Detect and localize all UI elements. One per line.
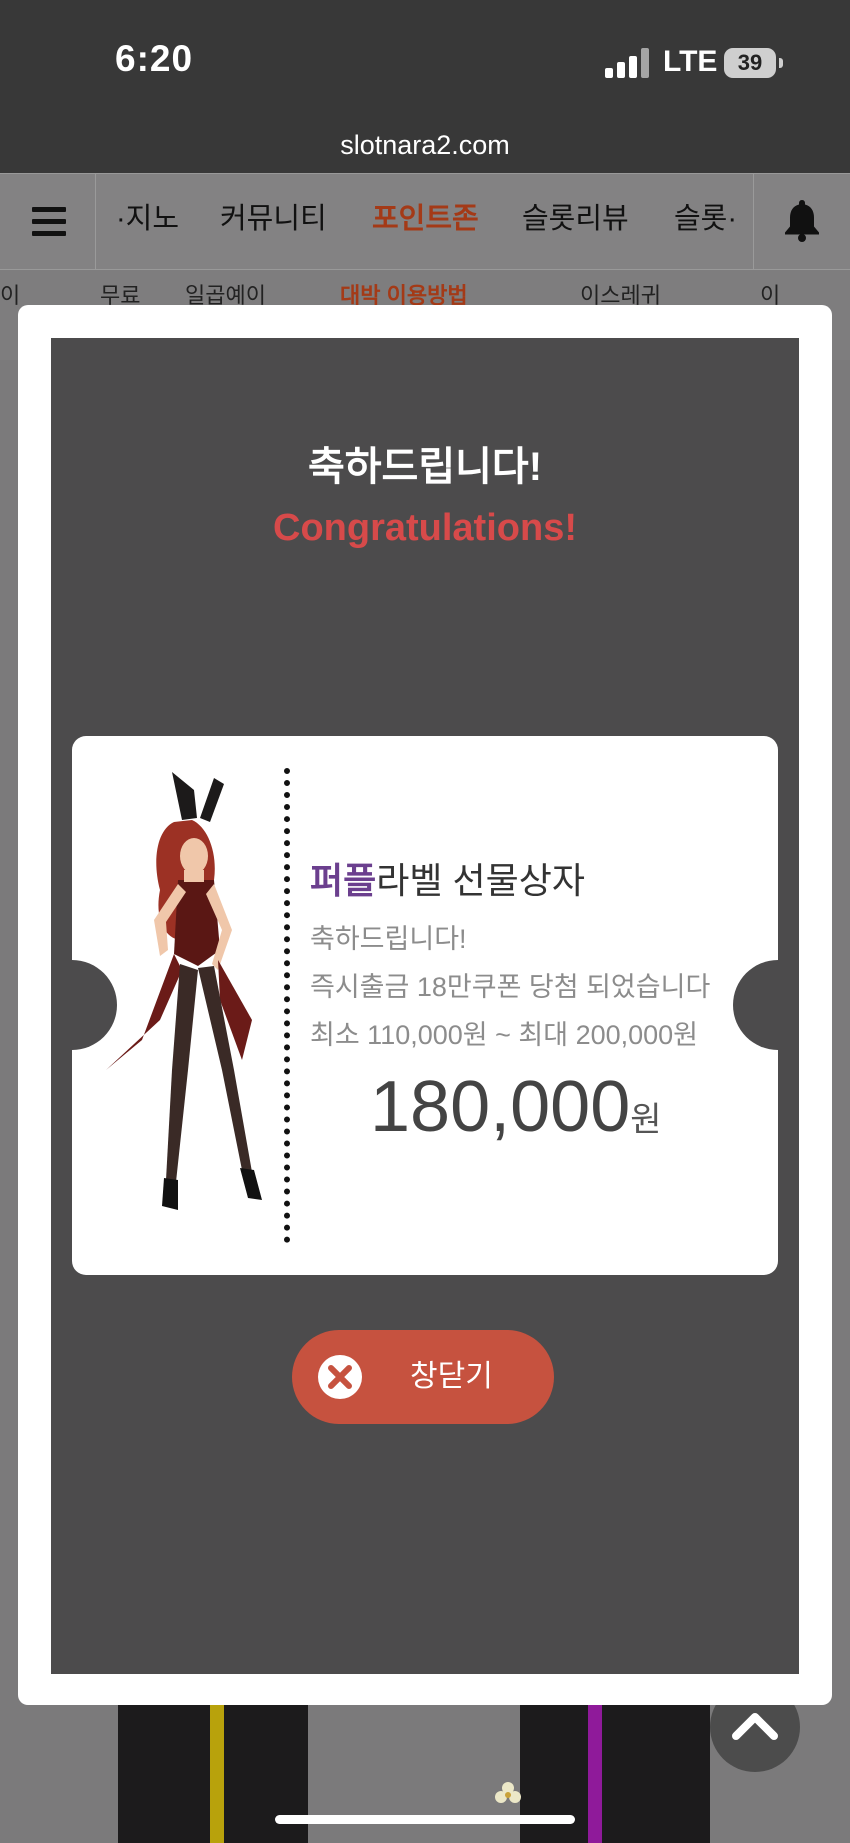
- prize-amount-value: 180,000: [370, 1067, 631, 1147]
- close-button-label: 창닫기: [410, 1360, 493, 1393]
- signal-icon: [605, 48, 649, 78]
- notification-button[interactable]: [753, 174, 850, 269]
- ticket-notch: [733, 960, 778, 1050]
- modal-subtitle: Congratulations!: [273, 507, 577, 549]
- modal-title: 축하드립니다!: [307, 445, 543, 489]
- nav-tabs: ·지노 커뮤니티 포인트존 슬롯리뷰 슬롯·: [96, 174, 752, 269]
- ticket-line-range: 최소 110,000원 ~ 최대 200,000원: [310, 1020, 699, 1050]
- subnav-item[interactable]: 이: [0, 278, 20, 310]
- menu-icon[interactable]: [0, 174, 96, 269]
- battery-icon: 39: [724, 48, 776, 78]
- bell-icon: [785, 200, 819, 242]
- prize-amount-unit: 원: [630, 1101, 662, 1139]
- nav-item-pointzone[interactable]: 포인트존: [372, 174, 479, 264]
- flower-icon: [495, 1782, 521, 1803]
- product-stripe: [210, 1705, 224, 1843]
- reward-modal: 축하드립니다! Congratulations! 퍼플라벨 선물상자 축하드립니…: [18, 305, 832, 1705]
- close-modal-button[interactable]: 창닫기: [292, 1330, 554, 1424]
- nav-item-community[interactable]: 커뮤니티: [220, 174, 327, 264]
- browser-url-bar[interactable]: slotnara2.com: [0, 125, 850, 173]
- prize-amount: 180,000원: [370, 1066, 662, 1148]
- nav-item-slot-review[interactable]: 슬롯리뷰: [522, 174, 629, 264]
- product-name-highlight: 퍼플: [310, 860, 377, 901]
- network-type: LTE: [663, 45, 718, 78]
- battery-tip: [779, 58, 783, 68]
- status-time: 6:20: [115, 38, 194, 79]
- url-text[interactable]: slotnara2.com: [0, 125, 850, 165]
- close-x-icon: [318, 1355, 362, 1399]
- status-bar: 6:20 LTE 39: [0, 0, 850, 125]
- chevron-up-icon: [732, 1713, 778, 1740]
- coupon-ticket: 퍼플라벨 선물상자 축하드립니다! 즉시출금 18만쿠폰 당첨 되었습니다 최소…: [72, 736, 778, 1275]
- home-indicator[interactable]: [275, 1815, 575, 1824]
- nav-item-slot[interactable]: 슬롯·: [674, 174, 737, 264]
- perforation-line: [284, 768, 290, 1243]
- ticket-line-coupon: 즉시출금 18만쿠폰 당첨 되었습니다: [310, 972, 711, 1002]
- character-illustration: [106, 772, 262, 1210]
- product-name: 퍼플라벨 선물상자: [310, 852, 585, 904]
- product-stripe: [588, 1705, 602, 1843]
- modal-body: 축하드립니다! Congratulations! 퍼플라벨 선물상자 축하드립니…: [51, 338, 799, 1674]
- nav-item-casino[interactable]: ·지노: [116, 174, 179, 264]
- site-nav: ·지노 커뮤니티 포인트존 슬롯리뷰 슬롯·: [0, 173, 850, 270]
- product-name-rest: 라벨 선물상자: [376, 860, 585, 901]
- ticket-line-congrats: 축하드립니다!: [310, 924, 467, 954]
